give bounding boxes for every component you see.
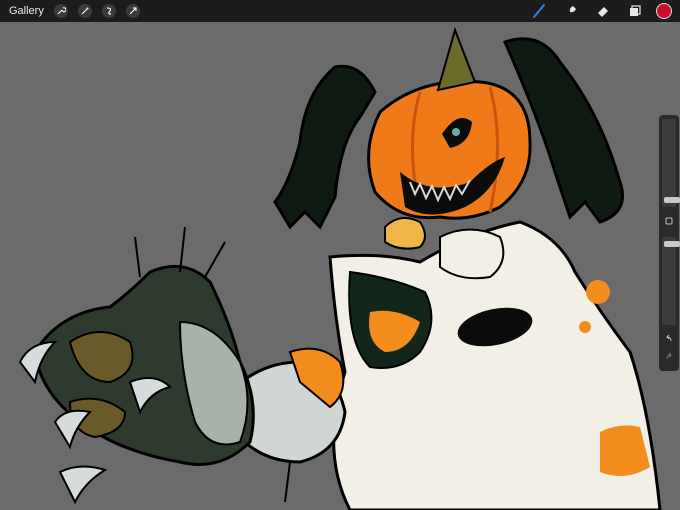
opacity-slider[interactable]: [662, 237, 680, 325]
smudge-icon[interactable]: [560, 0, 582, 22]
gallery-button[interactable]: Gallery: [9, 5, 44, 17]
eyedropper-button[interactable]: [663, 215, 675, 227]
artwork-patch: [586, 280, 610, 304]
right-toolbar: [518, 0, 680, 22]
artwork-eye-pupil: [452, 128, 460, 136]
selection-icon[interactable]: [101, 4, 116, 18]
artwork-neck: [439, 228, 505, 280]
artwork-spike: [134, 236, 141, 278]
brush-size-thumb[interactable]: [664, 196, 680, 203]
brush-size-slider[interactable]: [662, 119, 680, 207]
brush-icon[interactable]: [528, 0, 550, 22]
opacity-thumb[interactable]: [664, 241, 680, 248]
transform-icon[interactable]: [125, 4, 140, 18]
eraser-icon[interactable]: [592, 0, 614, 22]
layers-icon[interactable]: [624, 0, 646, 22]
artwork-spike: [179, 226, 186, 273]
artwork-spike: [284, 461, 291, 503]
artwork-tongue: [384, 217, 426, 250]
redo-icon[interactable]: [663, 351, 675, 363]
top-toolbar: Gallery: [0, 0, 680, 22]
artwork-pumpkin-stem: [436, 26, 477, 92]
artwork-spike: [204, 241, 226, 278]
artwork-claw: [58, 465, 108, 505]
current-color-swatch[interactable]: [656, 3, 672, 19]
drawing-canvas[interactable]: [0, 22, 680, 510]
artwork-ear-left: [273, 64, 377, 230]
magic-wand-icon[interactable]: [77, 4, 92, 18]
wrench-icon[interactable]: [53, 4, 68, 18]
artwork-patch: [579, 321, 591, 333]
undo-icon[interactable]: [663, 333, 675, 345]
side-slider-panel: [659, 115, 680, 371]
